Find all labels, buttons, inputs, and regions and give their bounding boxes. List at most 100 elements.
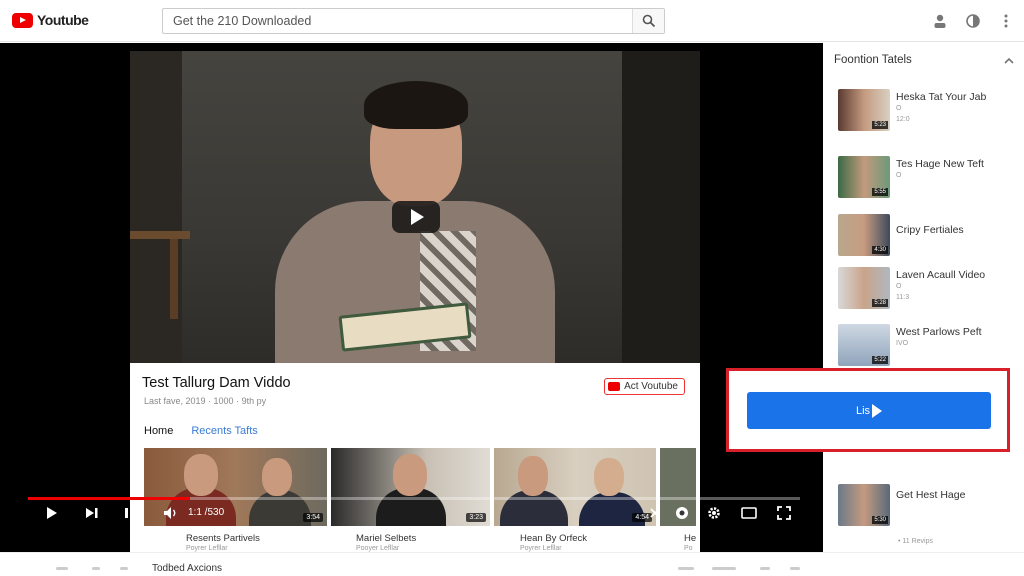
logo-text: Youtube	[37, 12, 89, 28]
bottom-icon[interactable]	[712, 567, 736, 570]
bottom-section: Todbed Axcions	[0, 552, 1024, 576]
theater-icon[interactable]	[740, 505, 758, 521]
live-button[interactable]: Lis	[747, 392, 991, 429]
rec-title: West Parlows Peft	[896, 326, 982, 338]
rec-duration: 5:23	[872, 121, 888, 129]
settings-icon[interactable]	[706, 505, 722, 521]
thumb-label-title: Resents Partivels	[186, 533, 260, 544]
more-icon[interactable]	[997, 12, 1015, 30]
theme-icon[interactable]	[964, 12, 982, 30]
thumb-label-sub: Poyrer Lefllar	[186, 545, 228, 552]
volume-icon[interactable]	[162, 505, 180, 521]
bottom-icon[interactable]	[120, 567, 128, 570]
player-controls: 1:1 /530	[0, 499, 823, 527]
video-scene-right	[622, 51, 700, 363]
play-icon	[411, 209, 424, 225]
rec-thumbnail: 5:28	[838, 267, 890, 309]
rec-title: Cripy Fertiales	[896, 224, 964, 236]
rec-duration: 4:30	[872, 246, 888, 254]
rec-thumbnail: 5:23	[838, 89, 890, 131]
thumb-label[interactable]: Resents Partivels Poyrer Lefllar	[186, 533, 260, 552]
rec-title: Get Hest Hage	[896, 489, 966, 501]
big-play-button[interactable]	[392, 201, 440, 233]
video-player[interactable]: Test Tallurg Dam Viddo Last fave, 2019 ·…	[0, 43, 823, 552]
rec-channel: O	[896, 172, 902, 179]
video-meta: Last fave, 2019 · 1000 · 9th py	[144, 396, 267, 406]
channel-tabs: Home Recents Tafts	[144, 425, 258, 437]
youtube-logo[interactable]: Youtube	[12, 12, 89, 28]
search-icon	[642, 14, 655, 28]
youtube-logo-icon	[12, 12, 33, 28]
video-title: Test Tallurg Dam Viddo	[142, 375, 291, 391]
thumb-label[interactable]: Hean By Orfeck Poyrer Lefllar	[520, 533, 587, 552]
rec-thumbnail: 5:30	[838, 484, 890, 526]
subscribe-label: Act Voutube	[624, 381, 678, 392]
highlight-frame: Lis	[726, 368, 1010, 452]
recommendations-sidebar: Foontion Tatels 5:23 Heska Tat Your Jab …	[823, 43, 1024, 552]
rec-channel: IVO	[896, 340, 909, 347]
sidebar-footer[interactable]: • 11 Revips	[898, 538, 933, 545]
rec-title: Laven Acaull Video	[896, 269, 986, 281]
thumb-face	[518, 456, 548, 496]
rec-duration: 5:55	[872, 188, 888, 196]
rec-channel: O	[896, 283, 902, 290]
video-scene-shelf	[130, 231, 190, 239]
thumb-face	[594, 458, 624, 496]
rec-title: Tes Hage New Teft	[896, 158, 984, 170]
subscribe-button[interactable]: Act Voutube	[604, 378, 685, 395]
video-frame[interactable]	[130, 51, 700, 363]
bottom-icon[interactable]	[760, 567, 770, 570]
play-icon[interactable]	[44, 505, 60, 521]
thumb-label-title: Hean By Orfeck	[520, 533, 588, 544]
thumb-label-title: Mariel Selbets	[356, 533, 417, 544]
rec-thumbnail: 5:55	[838, 156, 890, 198]
rec-title: Heska Tat Your Jab	[896, 91, 987, 103]
rec-duration: 5:28	[872, 299, 888, 307]
next-icon[interactable]	[84, 505, 102, 521]
rec-thumbnail: 4:30	[838, 214, 890, 256]
recommended-video[interactable]: 5:22 West Parlows Peft IVO	[838, 324, 1018, 370]
tab-home[interactable]: Home	[144, 425, 173, 437]
thumb-label[interactable]: Mariel Selbets Pooyer Lefllar	[356, 533, 416, 552]
thumb-label-sub: Pooyer Lefllar	[356, 545, 400, 552]
rec-duration: 5:30	[872, 516, 888, 524]
section-heading: Todbed Axcions	[152, 563, 223, 574]
thumb-face	[262, 458, 292, 496]
video-scene-shelf-leg	[170, 239, 178, 319]
thumb-label-title: He	[684, 533, 697, 544]
fullscreen-icon[interactable]	[776, 505, 792, 521]
search-input[interactable]	[163, 9, 632, 33]
rec-duration: 5:22	[872, 356, 888, 364]
recommended-video[interactable]: 5:23 Heska Tat Your Jab O 12:0	[838, 89, 1018, 135]
bottom-icon[interactable]	[678, 567, 694, 570]
sidebar-title: Foontion Tatels	[834, 54, 912, 66]
toggle-icon[interactable]	[674, 505, 690, 521]
live-button-label: Lis	[855, 404, 871, 417]
search-button[interactable]	[632, 9, 664, 33]
collapse-icon[interactable]	[1002, 54, 1016, 68]
tab-recents[interactable]: Recents Tafts	[191, 425, 257, 437]
bottom-icon[interactable]	[790, 567, 800, 570]
thumb-label[interactable]: He Po	[684, 533, 696, 552]
related-thumb-labels: Resents Partivels Poyrer Lefllar Mariel S…	[144, 529, 700, 552]
recommended-video[interactable]: 4:30 Cripy Fertiales	[838, 214, 1018, 260]
rec-meta: 11:3	[896, 294, 910, 301]
rec-meta: 12:0	[896, 116, 910, 123]
top-header: Youtube	[0, 0, 1024, 42]
rec-thumbnail: 5:22	[838, 324, 890, 366]
bottom-icon[interactable]	[92, 567, 100, 570]
recommended-video[interactable]: 5:28 Laven Acaull Video O 11:3	[838, 267, 1018, 313]
bottom-icon[interactable]	[56, 567, 68, 570]
youtube-small-icon	[608, 382, 621, 391]
search-bar	[162, 8, 665, 34]
thumb-face	[184, 454, 218, 496]
recommended-video[interactable]: 5:30 Get Hest Hage	[838, 484, 1018, 530]
play-arrow-icon	[872, 403, 883, 418]
recommended-video[interactable]: 5:55 Tes Hage New Teft O	[838, 156, 1018, 202]
thumb-label-sub: Poyrer Lefllar	[520, 545, 562, 552]
pause-icon[interactable]	[122, 505, 136, 521]
account-icon[interactable]	[931, 12, 949, 30]
page: Youtube Get the 210 Downloaded Test Tall…	[0, 0, 1024, 576]
close-icon[interactable]	[648, 505, 662, 521]
time-display: 1:1 /530	[188, 507, 225, 518]
